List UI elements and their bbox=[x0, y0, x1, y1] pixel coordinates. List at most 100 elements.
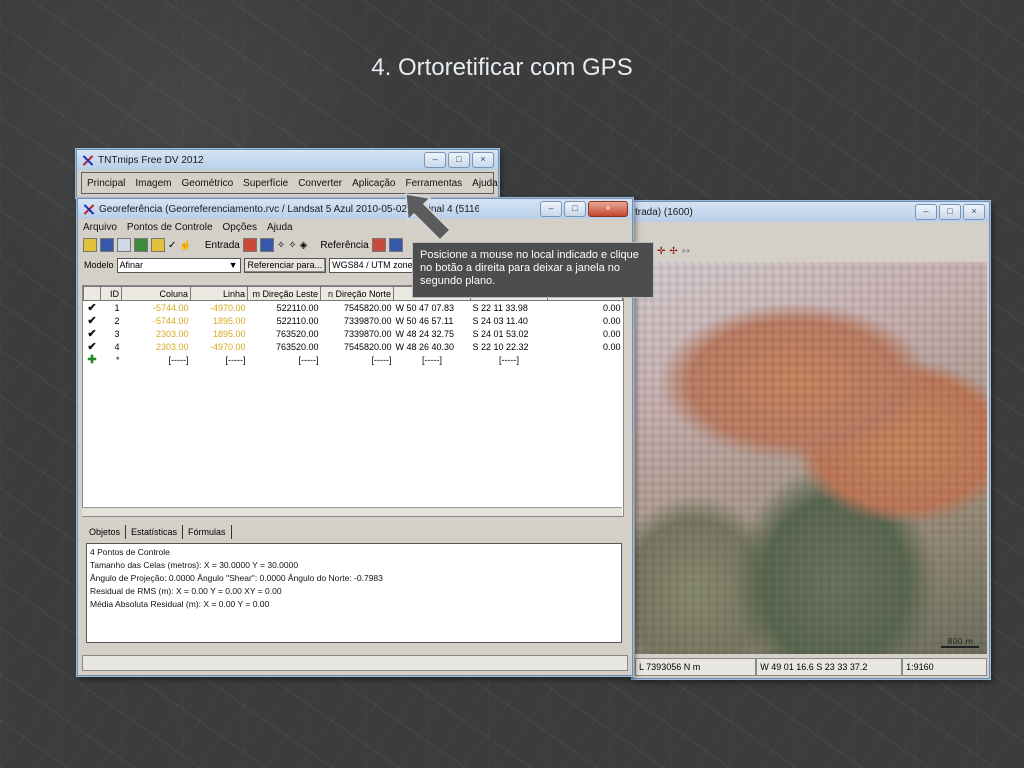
close-button[interactable]: × bbox=[472, 152, 494, 168]
row-linha: -4970.00 bbox=[209, 341, 246, 352]
image-viewer-window: trada) (1600) – □ × ✛ ✢ ↔ 800 m L 739305… bbox=[632, 201, 990, 679]
row-leste: 763520.00 bbox=[275, 328, 319, 339]
hand-icon[interactable]: ☝ bbox=[179, 240, 191, 251]
entrada-tag-icon[interactable]: ◈ bbox=[300, 240, 308, 251]
new-row-coluna[interactable]: [-----] bbox=[122, 353, 191, 366]
entrada-move-icon[interactable] bbox=[259, 238, 274, 252]
menu-ajuda[interactable]: Ajuda bbox=[262, 222, 298, 233]
row-check-icon[interactable]: ✔ bbox=[84, 340, 101, 353]
menu-imagem[interactable]: Imagem bbox=[130, 178, 176, 189]
slide-title: 4. Ortoretificar com GPS bbox=[371, 54, 633, 81]
menu-aplicacao[interactable]: Aplicação bbox=[347, 178, 400, 189]
col-direcao-norte[interactable]: n Direção Norte bbox=[320, 286, 394, 301]
projection-field[interactable]: WGS84 / UTM zone bbox=[329, 257, 416, 273]
maximize-button[interactable]: □ bbox=[939, 204, 961, 220]
close-button[interactable]: × bbox=[588, 201, 628, 217]
menu-ajuda[interactable]: Ajuda bbox=[467, 178, 503, 189]
table-horizontal-scrollbar[interactable] bbox=[82, 507, 622, 516]
table-icon[interactable] bbox=[134, 238, 148, 252]
row-coluna: -5744.00 bbox=[152, 302, 189, 313]
row-check-icon[interactable]: ✔ bbox=[84, 301, 101, 314]
row-leste: 763520.00 bbox=[275, 341, 319, 352]
menu-superficie[interactable]: Superfície bbox=[238, 178, 293, 189]
row-linha: 1895.00 bbox=[212, 328, 246, 339]
col-id[interactable]: ID bbox=[100, 286, 122, 301]
tntmips-titlebar[interactable]: TNTmips Free DV 2012 – □ × bbox=[77, 150, 498, 170]
col-coluna[interactable]: Coluna bbox=[121, 286, 191, 301]
col-linha[interactable]: Linha bbox=[190, 286, 248, 301]
menu-principal[interactable]: Principal bbox=[82, 178, 130, 189]
minimize-button[interactable]: – bbox=[424, 152, 446, 168]
maximize-button[interactable]: □ bbox=[448, 152, 470, 168]
model-select[interactable]: Afinar ▼ bbox=[116, 257, 241, 273]
row-norte: 7339870.00 bbox=[343, 328, 392, 339]
georeferencia-titlebar[interactable]: Georeferência (Georreferenciamento.rvc /… bbox=[78, 199, 632, 219]
arrow-tool-icon[interactable]: ↔ bbox=[682, 246, 690, 257]
menu-arquivo[interactable]: Arquivo bbox=[78, 222, 122, 233]
minimize-button[interactable]: – bbox=[915, 204, 937, 220]
row-lat: S 24 01 53.02 bbox=[472, 328, 529, 339]
row-norte: 7545820.00 bbox=[343, 341, 392, 352]
menu-pontos-de-controle[interactable]: Pontos de Controle bbox=[122, 222, 218, 233]
row-id: 1 bbox=[114, 302, 120, 313]
check-icon[interactable]: ✓ bbox=[168, 240, 176, 251]
control-points-table: ID Coluna Linha m Direção Leste n Direçã… bbox=[82, 285, 624, 517]
satellite-image-view[interactable]: 800 m bbox=[635, 262, 987, 654]
new-row-id: * bbox=[115, 354, 120, 365]
close-button[interactable]: × bbox=[963, 204, 985, 220]
add-point-icon[interactable]: ✚ bbox=[84, 353, 101, 366]
new-row-lat[interactable]: [-----] bbox=[471, 353, 548, 366]
maximize-button[interactable]: □ bbox=[564, 201, 586, 217]
menu-geometrico[interactable]: Geométrico bbox=[176, 178, 238, 189]
row-lat: S 22 10 22.32 bbox=[472, 341, 529, 352]
cursor-point-icon[interactable]: ✢ bbox=[669, 246, 677, 257]
entrada-wand-icon[interactable]: ✧ bbox=[277, 240, 285, 251]
row-lon: W 50 46 57.11 bbox=[395, 315, 454, 326]
row-coluna: -5744.00 bbox=[152, 315, 189, 326]
table-row[interactable]: ✔ 3 2303.00 1895.00 763520.00 7339870.00… bbox=[84, 327, 623, 340]
row-linha: -4970.00 bbox=[209, 302, 246, 313]
row-norte: 7339870.00 bbox=[343, 315, 392, 326]
col-direcao-leste[interactable]: m Direção Leste bbox=[247, 286, 321, 301]
new-row-norte[interactable]: [-----] bbox=[321, 353, 394, 366]
row-residual: 0.00 bbox=[602, 328, 621, 339]
image-toolstrip: ✛ ✢ ↔ bbox=[635, 242, 1009, 260]
entrada-add-icon[interactable] bbox=[242, 238, 257, 252]
row-lat: S 24 03 11.40 bbox=[472, 315, 528, 326]
georeferencia-menubar: Arquivo Pontos de Controle Opções Ajuda bbox=[78, 219, 632, 235]
row-check-icon[interactable]: ✔ bbox=[84, 327, 101, 340]
tab-estatisticas[interactable]: Estatísticas bbox=[126, 525, 184, 539]
menu-ferramentas[interactable]: Ferramentas bbox=[400, 178, 467, 189]
row-lon: W 48 26 40.30 bbox=[395, 341, 455, 352]
table-row[interactable]: ✔ 4 2303.00 -4970.00 763520.00 7545820.0… bbox=[84, 340, 623, 353]
row-norte: 7545820.00 bbox=[343, 302, 392, 313]
table-row[interactable]: ✔ 2 -5744.00 1895.00 522110.00 7339870.0… bbox=[84, 314, 623, 327]
add-point-icon[interactable] bbox=[151, 238, 165, 252]
referencia-add-icon[interactable] bbox=[371, 238, 386, 252]
minimize-button[interactable]: – bbox=[540, 201, 562, 217]
row-residual: 0.00 bbox=[602, 302, 621, 313]
image-viewer-titlebar[interactable]: trada) (1600) – □ × bbox=[633, 202, 989, 222]
tab-objetos[interactable]: Objetos bbox=[84, 525, 127, 539]
row-check-icon[interactable]: ✔ bbox=[84, 314, 101, 327]
referencia-label: Referência bbox=[320, 239, 369, 251]
menu-opcoes[interactable]: Opções bbox=[218, 222, 262, 233]
entrada-label: Entrada bbox=[204, 239, 240, 251]
row-coluna: 2303.00 bbox=[155, 341, 189, 352]
new-row-leste[interactable]: [-----] bbox=[248, 353, 321, 366]
save-icon[interactable] bbox=[100, 238, 114, 252]
georeferencia-status-bar bbox=[82, 655, 628, 671]
statistics-panel: 4 Pontos de Controle Tamanho das Celas (… bbox=[86, 543, 622, 643]
tab-formulas[interactable]: Fórmulas bbox=[183, 525, 232, 539]
entrada-wand2-icon[interactable]: ✧ bbox=[288, 240, 296, 251]
list-icon[interactable] bbox=[117, 238, 131, 252]
new-point-row[interactable]: ✚ * [-----] [-----] [-----] [-----] [---… bbox=[84, 353, 623, 366]
new-row-linha[interactable]: [-----] bbox=[191, 353, 248, 366]
open-folder-icon[interactable] bbox=[83, 238, 97, 252]
add-point-icon[interactable]: ✛ bbox=[657, 246, 665, 257]
new-row-lon[interactable]: [-----] bbox=[394, 353, 471, 366]
referenciar-para-button[interactable]: Referenciar para... bbox=[243, 257, 327, 273]
table-row[interactable]: ✔ 1 -5744.00 -4970.00 522110.00 7545820.… bbox=[84, 301, 623, 314]
row-lon: W 48 24 32.75 bbox=[395, 328, 455, 339]
menu-converter[interactable]: Converter bbox=[293, 178, 347, 189]
